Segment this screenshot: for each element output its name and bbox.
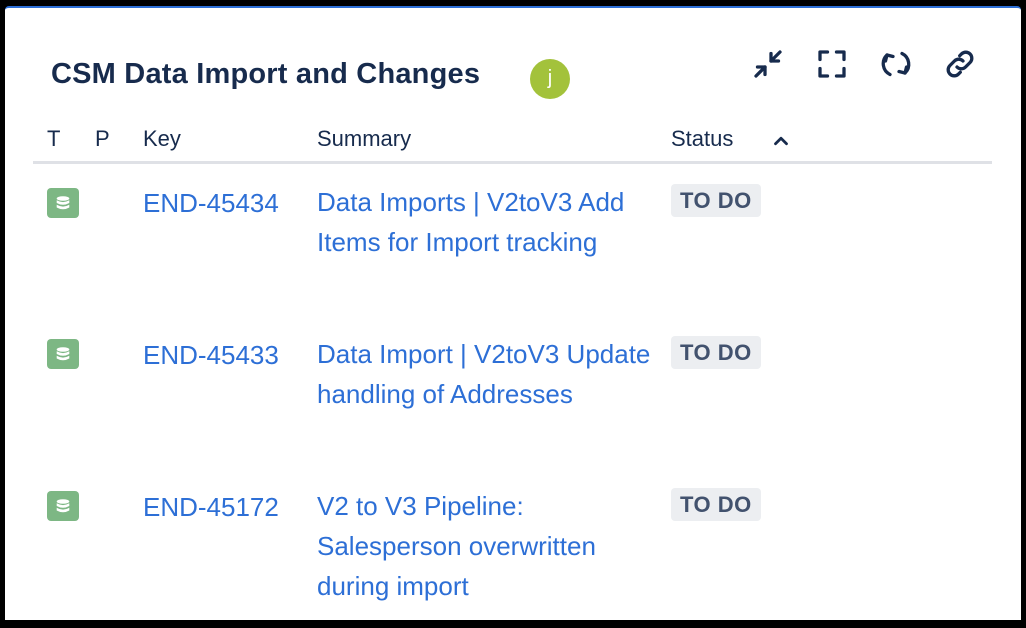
issue-key-link[interactable]: END-45434 [143,188,279,219]
link-icon[interactable] [940,44,980,84]
issue-summary-link[interactable]: V2 to V3 Pipeline: Salesperson overwritt… [317,486,657,606]
status-badge: TO DO [671,336,761,369]
status-badge: TO DO [671,184,761,217]
header-divider [33,161,992,164]
column-header-summary[interactable]: Summary [317,126,411,152]
status-badge: TO DO [671,488,761,521]
issue-summary-link[interactable]: Data Imports | V2toV3 Add Items for Impo… [317,182,657,262]
column-header-priority[interactable]: P [95,126,110,152]
issue-key-link[interactable]: END-45433 [143,340,279,371]
issue-summary-link[interactable]: Data Import | V2toV3 Update handling of … [317,334,657,414]
gadget-panel: CSM Data Import and Changes j T P Key Su… [5,6,1021,620]
database-icon [47,339,79,369]
expand-icon[interactable] [812,44,852,84]
database-icon [47,188,79,218]
refresh-icon[interactable] [876,44,916,84]
column-header-key[interactable]: Key [143,126,181,152]
database-icon [47,491,79,521]
chevron-up-icon[interactable] [770,130,792,152]
avatar[interactable]: j [530,59,570,99]
column-header-type[interactable]: T [47,126,60,152]
minimize-icon[interactable] [748,44,788,84]
issue-key-link[interactable]: END-45172 [143,492,279,523]
column-header-status[interactable]: Status [671,126,733,152]
gadget-title: CSM Data Import and Changes [51,58,481,90]
